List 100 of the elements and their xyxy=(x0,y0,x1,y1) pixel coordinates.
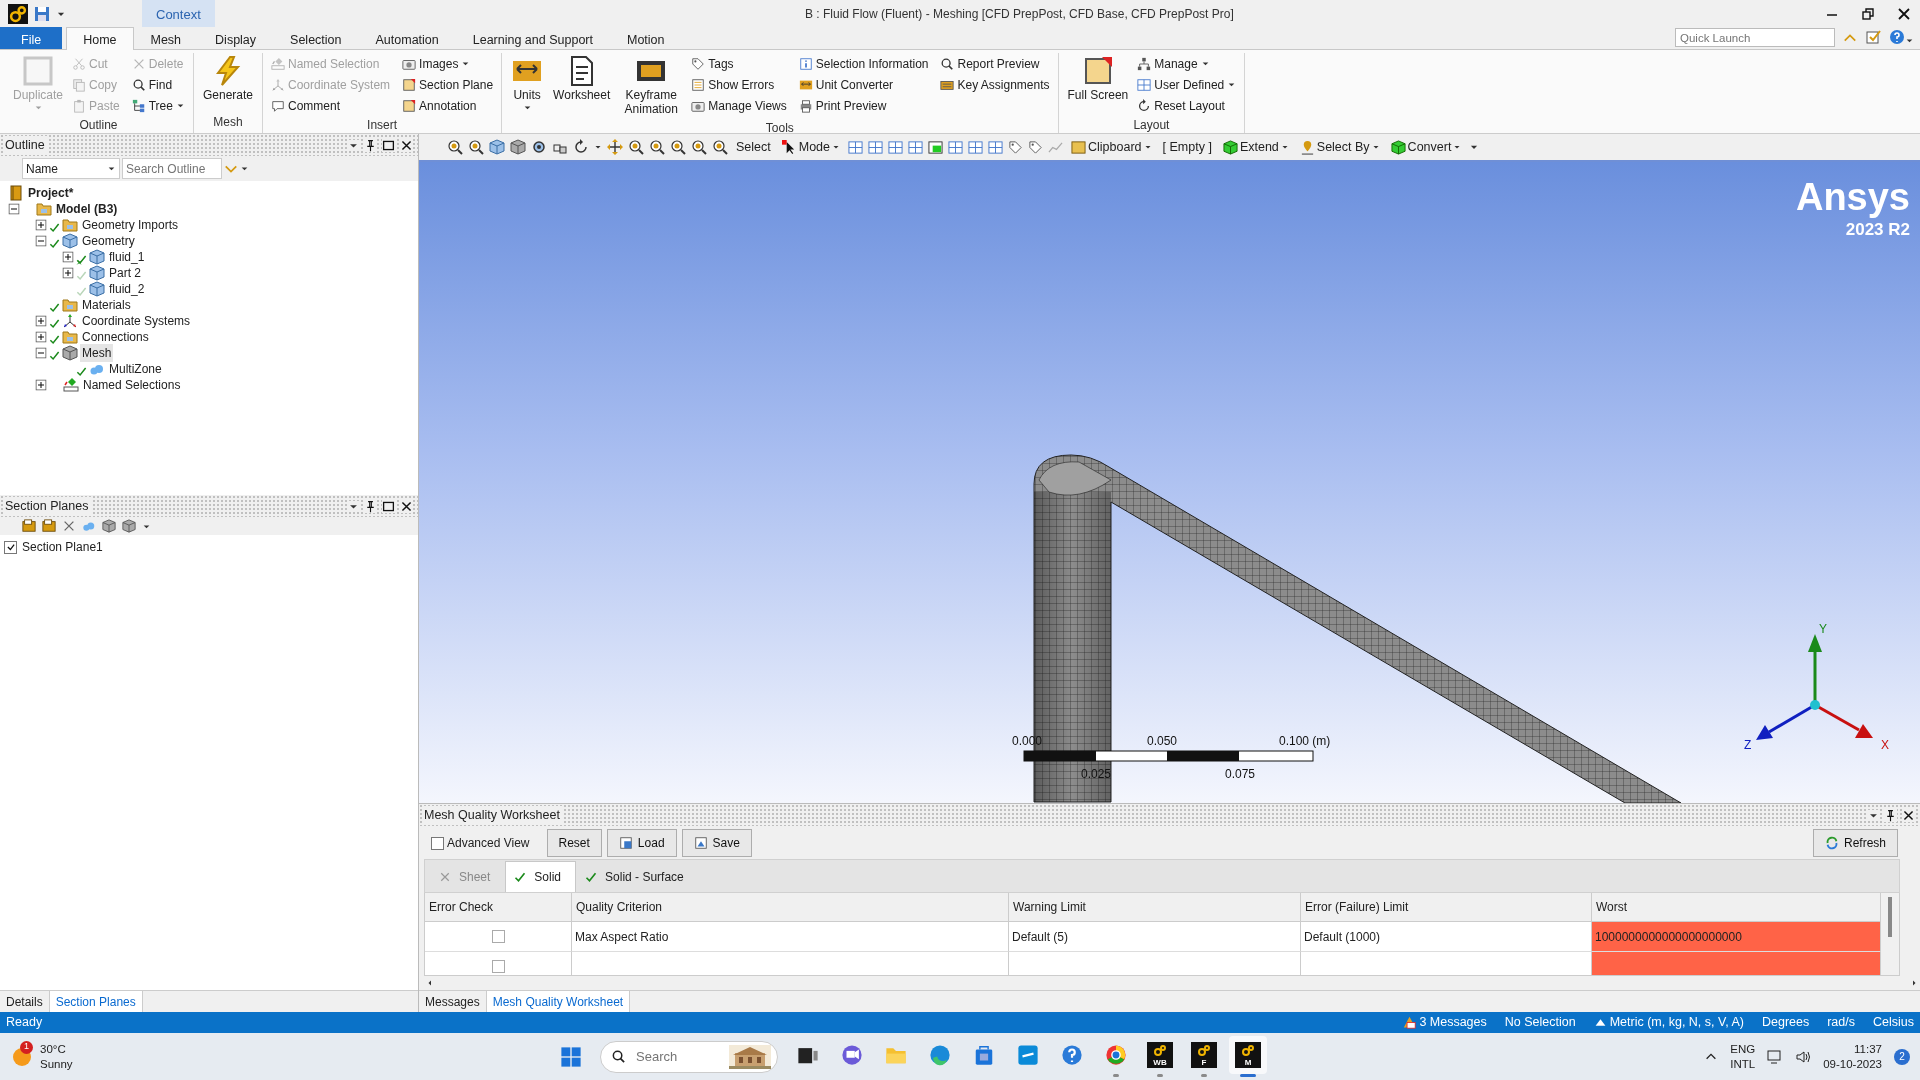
panel-tab[interactable]: Section Planes xyxy=(49,991,143,1012)
ribbon-button[interactable]: Annotation xyxy=(400,96,496,115)
search-field[interactable]: Search xyxy=(600,1040,778,1073)
zoom-icon[interactable] xyxy=(712,139,728,155)
layout-text[interactable]: INTL xyxy=(1730,1056,1756,1072)
tree-item[interactable]: Named Selections xyxy=(81,376,183,394)
language-text[interactable]: ENG xyxy=(1730,1041,1756,1057)
zoom-icon[interactable] xyxy=(670,139,686,155)
pin-icon[interactable] xyxy=(364,499,377,513)
caret-icon[interactable] xyxy=(1868,809,1879,821)
grid-icon[interactable] xyxy=(948,139,964,155)
save-button[interactable]: Save xyxy=(681,829,752,857)
maximize-icon[interactable] xyxy=(382,138,395,152)
ribbon-button[interactable]: Manage xyxy=(1135,54,1239,73)
status-item[interactable]: rad/s xyxy=(1827,1013,1855,1032)
ribbon-button[interactable]: Worksheet xyxy=(550,53,614,119)
ribbon-button[interactable]: User Defined xyxy=(1135,75,1239,94)
ribbon-tab[interactable]: Mesh xyxy=(133,27,199,49)
ribbon-button[interactable]: Show Errors xyxy=(689,75,789,94)
network-icon[interactable] xyxy=(1767,1048,1784,1065)
expand-icon[interactable] xyxy=(35,331,47,343)
sheet-tab[interactable]: Solid xyxy=(505,861,577,892)
status-item[interactable]: Degrees xyxy=(1761,1013,1810,1032)
cube-icon[interactable] xyxy=(102,519,116,533)
status-item[interactable]: Metric (m, kg, N, s, V, A) xyxy=(1609,1013,1744,1032)
grid-icon[interactable] xyxy=(988,139,1004,155)
collapse-icon[interactable] xyxy=(8,203,20,215)
toolbar-button[interactable]: Select By xyxy=(1296,137,1383,157)
grid-icon[interactable] xyxy=(868,139,884,155)
tree-item[interactable]: Geometry Imports xyxy=(80,216,181,234)
tree-item[interactable]: Geometry xyxy=(80,232,137,250)
tree-item[interactable]: fluid_1 xyxy=(107,248,147,266)
grid-icon[interactable] xyxy=(908,139,924,155)
search-field[interactable]: Search Outline xyxy=(122,158,222,179)
expand-icon[interactable] xyxy=(35,315,47,327)
restore-icon[interactable] xyxy=(1860,5,1876,22)
close-icon[interactable] xyxy=(400,138,413,152)
tag-icon[interactable] xyxy=(1028,139,1044,155)
cross-icon[interactable] xyxy=(62,519,76,533)
cube-icon[interactable] xyxy=(510,139,526,155)
tree-item[interactable]: Project* xyxy=(26,184,76,202)
checkbox[interactable] xyxy=(491,930,505,943)
ribbon-button[interactable]: Full Screen xyxy=(1064,53,1132,116)
ribbon-button[interactable]: Section Plane xyxy=(400,75,496,94)
help-icon[interactable] xyxy=(1061,1044,1083,1066)
quick-launch-field[interactable]: Quick Launch xyxy=(1675,28,1835,47)
tree-item[interactable]: Coordinate Systems xyxy=(80,312,193,330)
sheet-tab[interactable]: Solid - Surface xyxy=(576,861,699,892)
checkbox[interactable] xyxy=(4,540,17,554)
ribbon-tab[interactable]: Learning and Support xyxy=(455,27,610,49)
caret-icon[interactable] xyxy=(240,164,249,173)
maximize-icon[interactable] xyxy=(382,499,395,513)
checkbox-label[interactable]: Advanced View xyxy=(447,834,530,852)
tree-item[interactable]: MultiZone xyxy=(107,360,164,378)
start-icon[interactable] xyxy=(560,1045,582,1068)
tree-item[interactable]: fluid_2 xyxy=(107,280,147,298)
grid-icon[interactable] xyxy=(888,139,904,155)
gear-icon[interactable] xyxy=(531,139,547,155)
app-button[interactable]: M xyxy=(1229,1036,1267,1074)
ribbon-button[interactable]: Find xyxy=(129,75,187,94)
search-input[interactable]: Search xyxy=(634,1045,714,1068)
pin-icon[interactable] xyxy=(364,138,377,152)
checkbox[interactable] xyxy=(431,836,444,850)
ribbon-button[interactable]: Report Preview xyxy=(938,54,1052,73)
rotate-icon[interactable] xyxy=(573,139,589,155)
caret-icon[interactable] xyxy=(348,139,359,151)
expand-icon[interactable] xyxy=(62,267,74,279)
tree-item[interactable]: Materials xyxy=(80,296,133,314)
expand-icon[interactable] xyxy=(62,251,74,263)
collapse-icon[interactable] xyxy=(35,235,47,247)
filter-dropdown[interactable]: Name xyxy=(22,158,120,179)
load-button[interactable]: Load xyxy=(606,829,677,857)
ribbon-button[interactable]: Manage Views xyxy=(689,96,789,115)
ribbon-button[interactable]: Unit Converter xyxy=(796,75,931,94)
app-button[interactable]: F xyxy=(1185,1036,1223,1074)
save-icon[interactable] xyxy=(34,5,50,22)
toolbar-button[interactable]: Convert xyxy=(1387,137,1465,157)
cube-icon[interactable] xyxy=(122,519,136,533)
folder-icon[interactable] xyxy=(42,519,56,533)
close-icon[interactable] xyxy=(400,499,413,513)
ribbon-tab[interactable]: Automation xyxy=(358,27,456,49)
checklist-icon[interactable] xyxy=(1865,29,1881,45)
ribbon-tab[interactable]: Selection xyxy=(273,27,359,49)
pin-icon[interactable] xyxy=(1884,808,1897,822)
collapse-icon[interactable] xyxy=(35,347,47,359)
file-tab[interactable]: File xyxy=(0,27,63,49)
status-item[interactable]: 3 Messages xyxy=(1419,1013,1487,1032)
ribbon-button[interactable]: Reset Layout xyxy=(1135,96,1239,115)
browser-icon[interactable] xyxy=(929,1044,951,1066)
volume-icon[interactable] xyxy=(1795,1048,1812,1065)
chat-icon[interactable] xyxy=(841,1044,863,1066)
caret-icon[interactable] xyxy=(1905,36,1914,45)
move-icon[interactable] xyxy=(607,139,623,155)
ribbon-button[interactable]: Key Assignments xyxy=(938,75,1052,94)
folder-icon[interactable] xyxy=(22,519,36,533)
status-item[interactable]: Celsius xyxy=(1873,1013,1914,1032)
grid-icon[interactable] xyxy=(848,139,864,155)
zoom-icon[interactable] xyxy=(447,139,463,155)
zoom-icon[interactable] xyxy=(468,139,484,155)
checkbox[interactable] xyxy=(491,960,505,973)
